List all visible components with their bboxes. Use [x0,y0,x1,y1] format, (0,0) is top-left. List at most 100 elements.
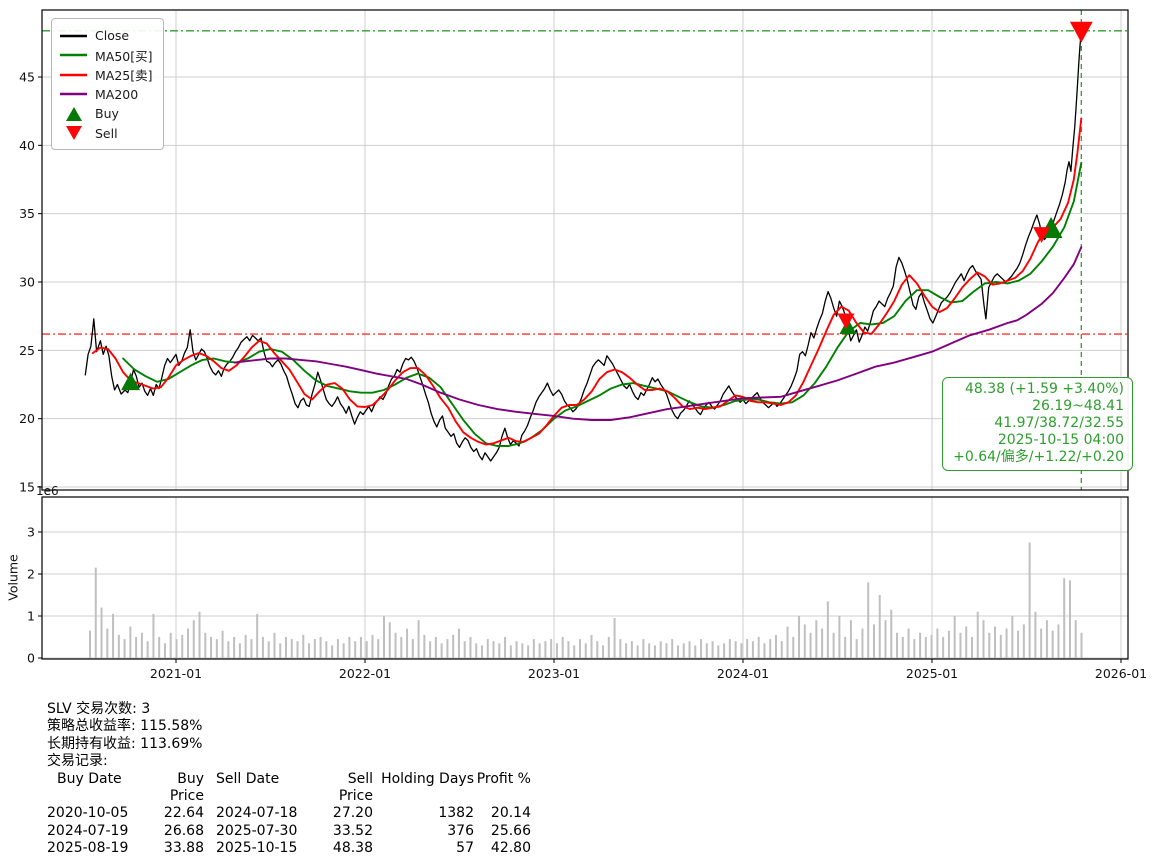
price-volume-chart: 15 20 25 30 35 40 45 0 1 2 3 2021-01 2022-01 2023-01 2… [19,9,1147,681]
volume-bar [999,634,1002,658]
trade-profit: 20.14 [490,805,531,822]
legend-label: Buy [95,106,119,122]
trade-holding-days: 57 [456,840,474,857]
volume-bar [452,634,455,658]
volume-bar [509,645,512,658]
volume-bar [815,620,818,658]
volume-bar [792,637,795,658]
volume-bar [561,637,564,658]
volume-bar [319,637,322,658]
volume-bar [1080,632,1083,658]
annotation-line-5: +0.64/偏多/+1.22/+0.20 [953,449,1124,465]
volume-bar [1074,620,1077,658]
volume-bar [158,637,161,658]
trade-holding-days: 1382 [438,805,474,822]
volume-offset-label: 1e6 [36,484,59,498]
x-tick-label: 2024-01 [717,666,769,681]
volume-bar [117,634,120,658]
volume-bar [711,641,714,658]
strategy-stats: SLV 交易次数: 3 策略总收益率: 115.58% 长期持有收益: 113.… [47,701,531,857]
volume-bar [700,639,703,658]
trade-sell-date: 2025-07-30 [216,822,298,839]
volume-bar [607,637,610,658]
col-header-sell-price: Sell Price [338,770,373,805]
volume-bar [382,616,385,658]
volume-bar [250,639,253,658]
volume-bar [855,639,858,658]
volume-bar [371,634,374,658]
volume-bar [106,628,109,658]
volume-bar [838,616,841,658]
legend-item-sell: Sell [60,124,153,144]
volume-bar [636,645,639,658]
legend-label: MA25[卖] [95,68,153,84]
volume-bar [901,637,904,658]
volume-bar [809,632,812,658]
trade-table: Buy Date Buy Price Sell Date Sell Price Hold… [47,771,531,857]
col-header-sell-date: Sell Date [216,770,280,787]
legend-label: Close [95,28,130,44]
legend-swatch [60,52,87,58]
trade-holding-days: 376 [447,822,474,839]
volume-bar [872,624,875,658]
volume-bar [953,616,956,658]
volume-bar [734,641,737,658]
volume-bar [555,643,558,658]
volume-bar [492,641,495,658]
volume-bar [994,626,997,658]
volume-bar [175,639,178,658]
volume-bar [584,643,587,658]
volume-bar [671,639,674,658]
volume-bar [723,643,726,658]
volume-bar [959,632,962,658]
volume-bar [1057,624,1060,658]
volume-bar [135,637,138,658]
vol-y-tick-label: 3 [27,525,35,540]
volume-bar [913,639,916,658]
volume-bar [261,637,264,658]
volume-bar [1045,620,1048,658]
volume-bar [279,643,282,658]
volume-bar [302,634,305,658]
volume-bar [256,613,259,658]
volume-bar [221,630,224,658]
volume-bar [596,641,599,658]
volume-bar [1040,628,1043,658]
volume-bar [354,641,357,658]
y-tick-label: 35 [19,206,35,221]
volume-bar [140,632,143,658]
annotation-line-3: 41.97/38.72/32.55 [994,415,1124,431]
volume-bar [757,637,760,658]
volume-bar [388,622,391,658]
volume-bar [970,637,973,658]
trade-buy-price: 33.88 [163,840,204,857]
stat-hold-return: 长期持有收益: 113.69% [47,735,203,752]
volume-bar [746,639,749,658]
legend-item-ma200: MA200 [60,85,153,105]
volume-bar [1005,628,1008,658]
volume-bar [849,620,852,658]
volume-bar [930,634,933,658]
volume-bar [463,641,466,658]
volume-bar [129,626,132,658]
volume-bar [469,637,472,658]
annotation-line-2: 26.19~48.41 [1032,398,1124,414]
volume-bar [89,630,92,658]
volume-bar [682,643,685,658]
volume-bar [573,645,576,658]
volume-bar [774,634,777,658]
volume-bar [613,618,616,658]
legend: Close MA50[买] MA25[卖] MA200 Buy Sell [51,18,164,150]
trade-profit: 42.80 [490,840,531,857]
sell-marker [1069,21,1093,43]
legend-item-buy: Buy [60,104,153,124]
volume-bar [1063,578,1066,658]
volume-bar [284,637,287,658]
volume-bar [896,632,899,658]
volume-bar [1028,542,1031,658]
legend-line-swatch [60,73,87,76]
y-tick-label: 30 [19,274,35,289]
